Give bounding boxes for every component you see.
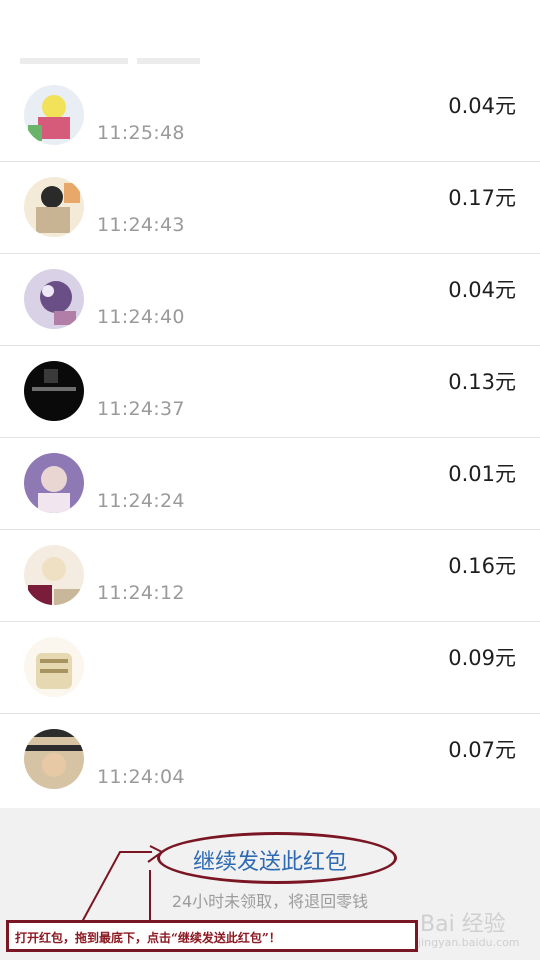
watermark: Bai 经验 jingyan.baidu.com [418, 900, 538, 956]
list-item[interactable]: 11:24:24 0.01元 [0, 438, 540, 530]
amount: 0.07元 [448, 738, 516, 762]
watermark-logo: Bai 经验 [420, 912, 506, 937]
avatar[interactable] [24, 269, 84, 329]
watermark-url: jingyan.baidu.com [418, 936, 520, 949]
amount: 0.04元 [448, 94, 516, 118]
list-item[interactable]: 11:24:37 0.13元 [0, 346, 540, 438]
list-item[interactable]: 11:24:12 0.16元 [0, 530, 540, 622]
top-bar [0, 0, 540, 71]
avatar[interactable] [24, 637, 84, 697]
receive-time: 11:24:04 [97, 766, 185, 788]
amount: 0.16元 [448, 554, 516, 578]
recipient-list: 11:25:48 0.04元 11:24:43 0.17元 11:24:40 0… [0, 70, 540, 806]
list-item[interactable]: 11:24:40 0.04元 [0, 254, 540, 346]
avatar[interactable] [24, 85, 84, 145]
avatar[interactable] [24, 729, 84, 789]
receive-time: 11:24:43 [97, 214, 185, 236]
list-item[interactable]: 11:25:48 0.04元 [0, 70, 540, 162]
amount: 0.01元 [448, 462, 516, 486]
annotation-text: 打开红包，拖到最底下，点击“继续发送此红包”！ [15, 931, 281, 945]
avatar[interactable] [24, 177, 84, 237]
partially-hidden-header-text [20, 58, 200, 64]
avatar[interactable] [24, 545, 84, 605]
list-item[interactable]: 11:24:43 0.17元 [0, 162, 540, 254]
send-again-link[interactable]: 继续发送此红包 [0, 844, 540, 876]
annotation-box: 打开红包，拖到最底下，点击“继续发送此红包”！ [6, 920, 418, 952]
list-item[interactable]: 11:24:04 0.07元 [0, 714, 540, 806]
avatar[interactable] [24, 361, 84, 421]
list-item[interactable]: 0.09元 [0, 622, 540, 714]
receive-time: 11:24:12 [97, 582, 185, 604]
receive-time: 11:24:37 [97, 398, 185, 420]
amount: 0.13元 [448, 370, 516, 394]
avatar[interactable] [24, 453, 84, 513]
receive-time: 11:24:24 [97, 490, 185, 512]
amount: 0.04元 [448, 278, 516, 302]
receive-time: 11:25:48 [97, 122, 185, 144]
amount: 0.09元 [448, 646, 516, 670]
amount: 0.17元 [448, 186, 516, 210]
receive-time: 11:24:40 [97, 306, 185, 328]
